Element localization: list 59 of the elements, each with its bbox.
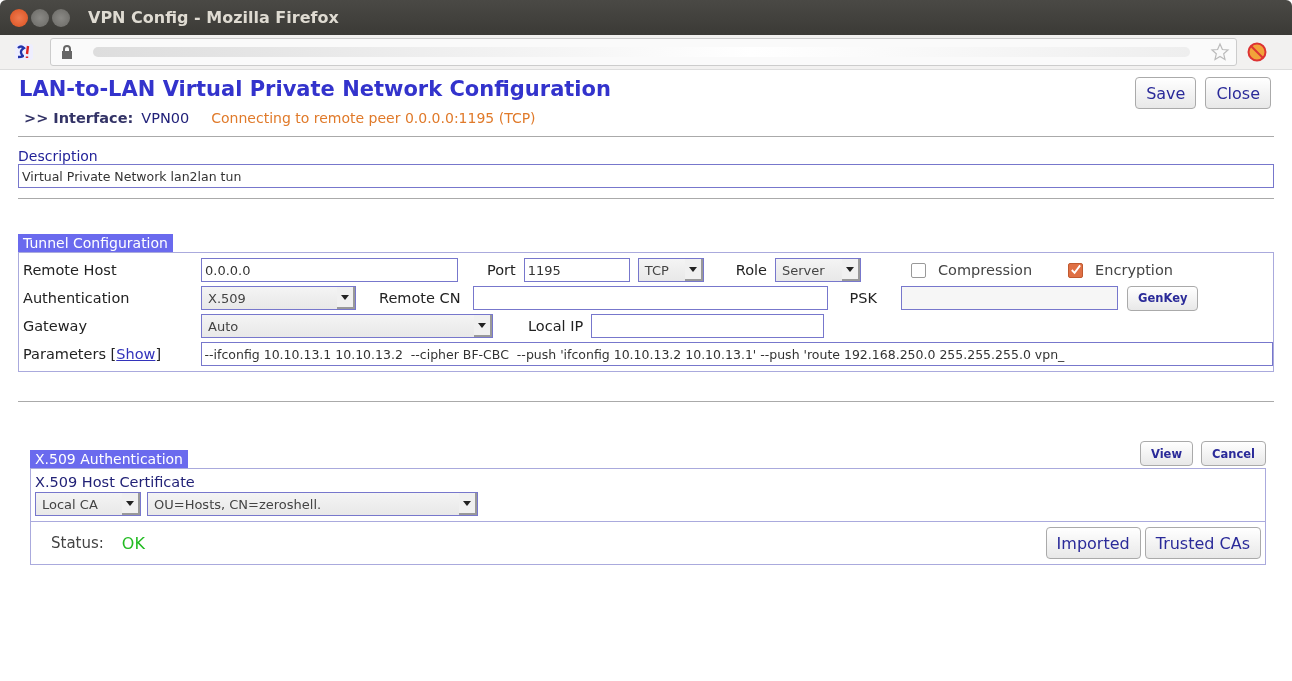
close-button[interactable]: Close [1205,77,1271,109]
logo-icon[interactable] [14,42,34,62]
field-label: Gateway [23,318,89,334]
gateway-dropdown[interactable]: Auto [201,314,493,338]
caret-icon [341,294,349,300]
field-label: Remote CN [379,290,461,306]
field-label: ] [155,346,162,362]
caret-icon [688,266,697,272]
field-label: Compression [938,262,1033,278]
ca-dropdown[interactable]: Local CA [35,492,141,516]
field-label: Remote Host [23,262,118,278]
genkey-button[interactable]: GenKey [1127,285,1199,311]
trusted-cas-button[interactable]: Trusted CAs [1144,527,1261,559]
authentication-dropdown[interactable]: X.509 [201,286,356,310]
caret-icon [846,266,854,272]
field-label: Local IP [528,318,584,334]
remote-host-field[interactable]: 0.0.0.0 [201,258,458,282]
local-ip-field[interactable] [591,314,825,338]
section-title: Tunnel Configuration [18,234,173,252]
checkbox[interactable] [1068,262,1084,278]
psk-field[interactable] [901,286,1118,310]
protocol-dropdown[interactable]: TCP [637,258,704,282]
blocked-icon[interactable] [1247,42,1267,62]
field-label: Role [735,262,767,278]
status-value: OK [121,533,145,553]
maximize-icon[interactable] [52,8,70,27]
save-button[interactable]: Save [1135,77,1197,109]
interface-value: VPN00 [141,110,190,126]
field-label: Encryption [1095,262,1173,278]
field-label: PSK [849,290,877,306]
lock-icon [61,45,73,59]
field-label: Parameters [ [23,346,117,362]
field-label: X.509 Host Certificate [35,474,196,490]
minimize-icon[interactable] [31,8,49,27]
cancel-button[interactable]: Cancel [1201,441,1266,466]
port-field[interactable]: 1195 [523,258,630,282]
window-title: VPN Config - Mozilla Firefox [88,8,339,27]
interface-label: >> Interface: [24,110,134,126]
certificate-dropdown[interactable]: OU=Hosts, CN=zeroshell. [147,492,478,516]
close-icon[interactable] [10,8,28,27]
view-button[interactable]: View [1139,441,1194,466]
parameters-field[interactable]: --ifconfig 10.10.13.1 10.10.13.2 --cipher BF-CBC --push 'ifconfig 10.10.13.2 10.10.13.1' --push 'route 192.168.250.0 255.255.255.0 vpn_ [200,342,1273,366]
show-link[interactable]: Show [116,346,156,362]
role-dropdown[interactable]: Server [775,258,861,282]
field-label: Port [487,262,516,278]
field-label: Description [18,148,99,164]
page-heading: LAN-to-LAN Virtual Private Network Configuration [18,77,611,101]
status-label: Status: [51,534,104,552]
caret-icon [126,500,134,506]
field-label: Authentication [23,290,131,306]
caret-icon [463,500,471,506]
star-icon[interactable] [1210,42,1230,62]
checkbox[interactable] [911,262,926,278]
imported-button[interactable]: Imported [1045,527,1141,559]
section-title: X.509 Authentication [30,450,188,468]
connection-status: Connecting to remote peer 0.0.0.0:1195 (TCP) [211,110,536,126]
remote-cn-field[interactable] [472,286,828,310]
description-field[interactable]: Virtual Private Network lan2lan tun [18,164,1274,188]
caret-icon [478,322,486,328]
